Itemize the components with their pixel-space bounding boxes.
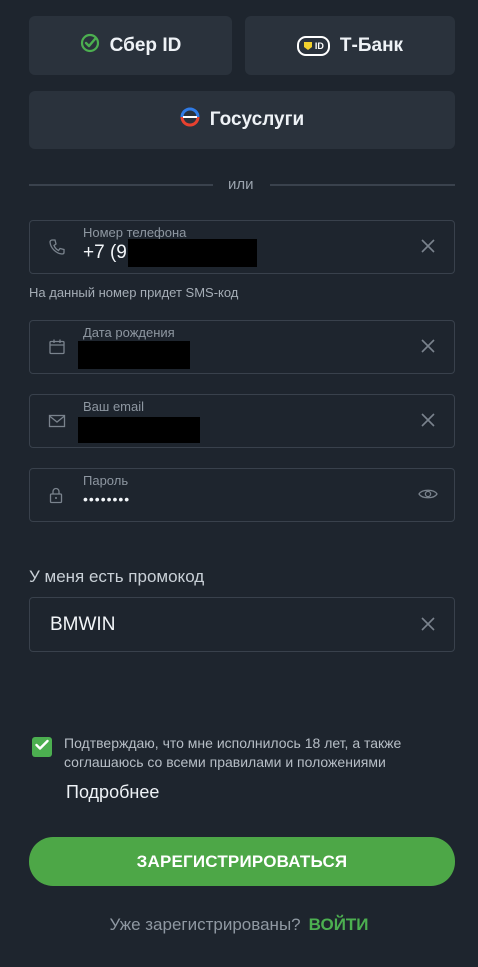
divider-left [29, 184, 213, 186]
login-row: Уже зарегистрированы? ВОЙТИ [0, 915, 478, 935]
tbank-button[interactable]: ID Т-Банк [245, 16, 455, 75]
promo-field[interactable]: BMWIN [29, 597, 455, 652]
consent-line-1: Подтверждаю, что мне исполнилось 18 лет,… [64, 735, 402, 751]
age-consent-checkbox[interactable] [32, 737, 52, 757]
divider-or: или [228, 176, 254, 193]
gosuslugi-logo-icon [180, 107, 200, 133]
lock-icon [48, 486, 64, 509]
tbank-logo-icon: ID [296, 35, 330, 56]
sber-id-button[interactable]: Сбер ID [29, 16, 232, 75]
register-button-label: ЗАРЕГИСТРИРОВАТЬСЯ [136, 851, 348, 871]
login-link[interactable]: ВОЙТИ [309, 915, 369, 935]
password-value: •••••••• [83, 491, 131, 507]
phone-redaction [128, 239, 257, 267]
sber-logo-icon [80, 33, 100, 59]
consent-line-2: соглашаюсь со всеми правилами и положени… [64, 754, 386, 770]
password-label: Пароль [83, 473, 129, 488]
birthdate-clear-icon[interactable] [420, 338, 436, 359]
register-button[interactable]: ЗАРЕГИСТРИРОВАТЬСЯ [29, 837, 455, 886]
more-details-link[interactable]: Подробнее [66, 782, 159, 803]
calendar-icon [48, 338, 66, 361]
login-prompt: Уже зарегистрированы? [109, 915, 301, 934]
phone-field[interactable]: Номер телефона +7 (9 [29, 220, 455, 274]
consent-text: Подтверждаю, что мне исполнилось 18 лет,… [64, 734, 464, 772]
tbank-badge-text: ID [314, 40, 324, 51]
show-password-eye-icon[interactable] [418, 487, 438, 506]
phone-clear-icon[interactable] [420, 238, 436, 259]
birthdate-field[interactable]: Дата рождения [29, 320, 455, 374]
gosuslugi-button[interactable]: Госуслуги [29, 91, 455, 149]
promo-clear-icon[interactable] [420, 616, 436, 637]
email-redaction [78, 417, 200, 443]
email-field[interactable]: Ваш email [29, 394, 455, 448]
password-field[interactable]: Пароль •••••••• [29, 468, 455, 522]
checkmark-icon [35, 738, 49, 756]
sber-id-label: Сбер ID [109, 34, 182, 56]
phone-hint: На данный номер придет SMS-код [29, 285, 239, 300]
birthdate-redaction [78, 341, 190, 369]
phone-label: Номер телефона [83, 225, 187, 240]
divider-right [270, 184, 455, 186]
gosuslugi-label: Госуслуги [209, 109, 305, 130]
email-clear-icon[interactable] [420, 412, 436, 433]
mail-icon [48, 413, 66, 434]
phone-icon [48, 238, 66, 261]
promo-value: BMWIN [50, 614, 116, 635]
phone-value: +7 (9 [83, 242, 127, 263]
birthdate-label: Дата рождения [83, 325, 175, 340]
promo-section-label[interactable]: У меня есть промокод [29, 567, 204, 587]
email-label: Ваш email [83, 399, 145, 414]
tbank-label: Т-Банк [339, 34, 404, 56]
